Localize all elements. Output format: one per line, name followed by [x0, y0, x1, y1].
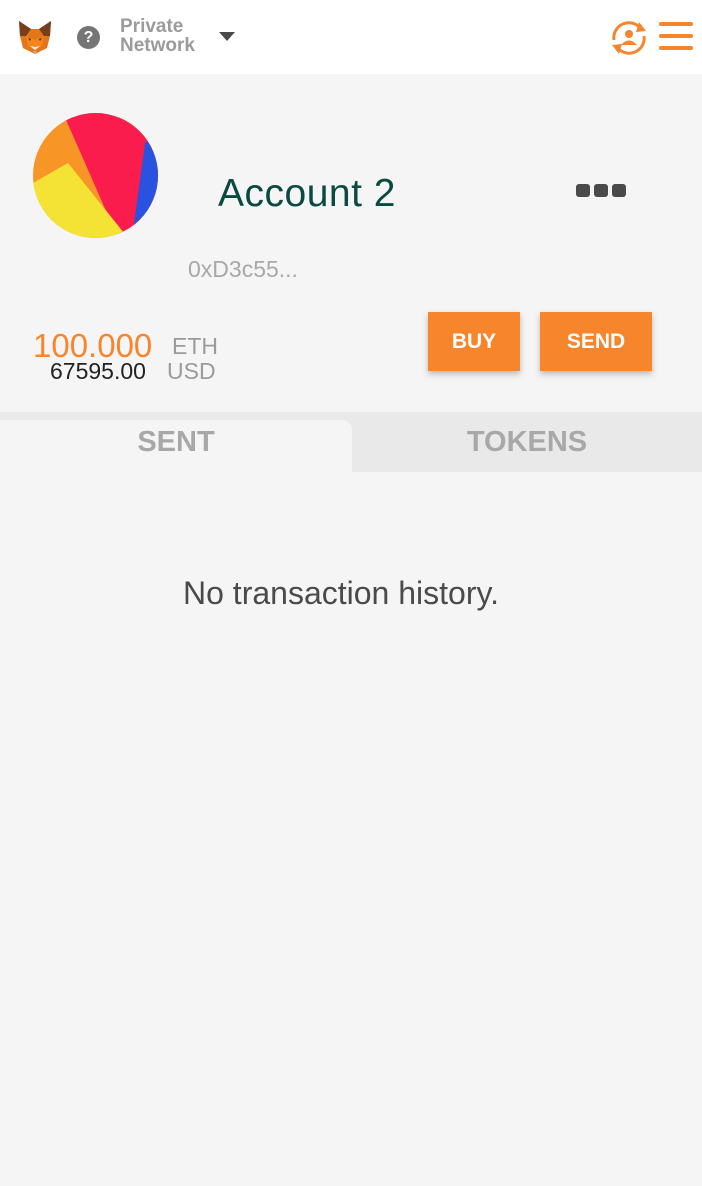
- tab-bar: SENT TOKENS: [0, 412, 702, 472]
- caret-down-icon[interactable]: [219, 32, 235, 41]
- metamask-fox-icon[interactable]: [16, 18, 54, 56]
- eth-unit: ETH: [172, 333, 218, 359]
- usd-unit: USD: [167, 358, 216, 384]
- hamburger-menu-icon[interactable]: [659, 22, 693, 50]
- tab-sent[interactable]: SENT: [0, 420, 352, 472]
- account-address[interactable]: 0xD3c55...: [188, 255, 298, 283]
- app-header: ? Private Network: [0, 0, 702, 74]
- buy-button[interactable]: BUY: [428, 312, 520, 371]
- network-name-line1: Private: [120, 16, 184, 37]
- send-button[interactable]: SEND: [540, 312, 652, 371]
- more-options-icon[interactable]: [576, 184, 626, 198]
- switch-account-icon[interactable]: [608, 18, 650, 58]
- help-circle-icon[interactable]: ?: [77, 26, 100, 49]
- usd-balance: 67595.00: [50, 358, 146, 384]
- network-name-line2: Network: [120, 35, 195, 56]
- empty-history-message: No transaction history.: [183, 575, 499, 611]
- identicon: [33, 113, 158, 238]
- network-selector[interactable]: Private Network: [120, 17, 195, 55]
- account-identicon: [33, 113, 158, 238]
- tab-tokens[interactable]: TOKENS: [352, 420, 702, 472]
- account-name: Account 2: [218, 172, 396, 215]
